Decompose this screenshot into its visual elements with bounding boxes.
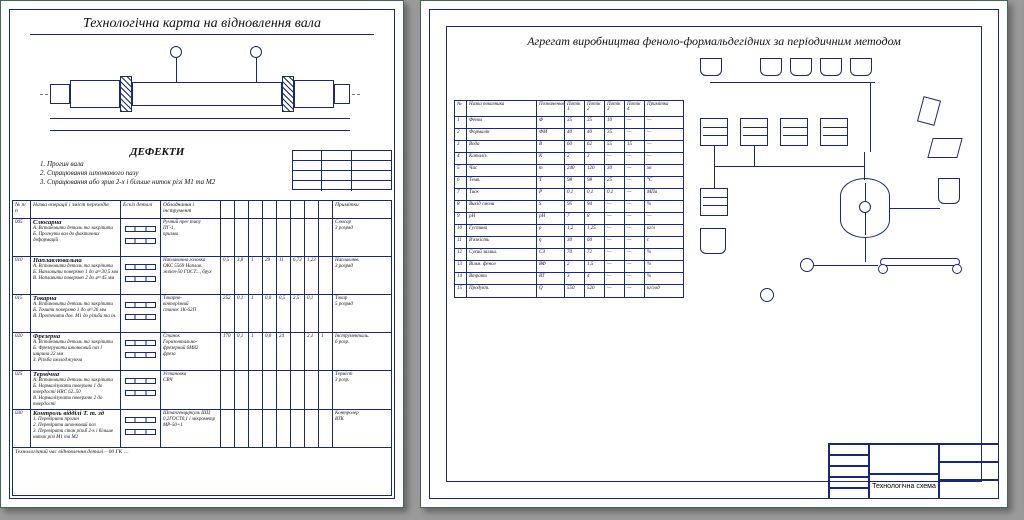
sheet-right-frame: Агрегат виробництва феноло-формальдегідн…: [429, 9, 999, 499]
pump-icon: [760, 288, 774, 302]
heat-exchanger-icon: [820, 118, 848, 146]
conveyor-icon: [880, 258, 960, 266]
gauge-icon: [170, 46, 182, 58]
cad-viewport: Технологічна карта на відновлення вала: [0, 0, 1024, 520]
pipe: [870, 82, 871, 152]
tank-icon: [820, 58, 842, 76]
shaft-bearing-2: [282, 76, 294, 112]
gauge-stem: [176, 58, 177, 82]
shaft-end-left: [50, 84, 70, 104]
gauge-icon: [250, 46, 262, 58]
left-title: Технологічна карта на відновлення вала: [10, 16, 394, 32]
receiver-tank-icon: [938, 178, 960, 204]
gauge-stem: [256, 58, 257, 82]
shaft-end-right: [334, 84, 350, 104]
shaft-seg-2: [294, 80, 334, 108]
tank-icon: [760, 58, 782, 76]
dim-line: [50, 118, 350, 119]
sheets-container: Технологічна карта на відновлення вала: [0, 0, 1024, 520]
shaft-seg-1: [70, 80, 120, 108]
filter-icon: [927, 138, 962, 158]
roller-icon: [878, 264, 888, 274]
parameter-table: №Назва показникаПозначенняПотік 1Потік 2…: [454, 100, 684, 298]
sheet-right[interactable]: Агрегат виробництва феноло-формальдегідн…: [420, 0, 1008, 508]
roller-icon: [952, 264, 962, 274]
heat-exchanger-icon: [740, 118, 768, 146]
tank-icon: [700, 58, 722, 76]
heat-exchanger-icon: [700, 188, 728, 216]
right-title: Агрегат виробництва феноло-формальдегідн…: [430, 34, 998, 49]
shaft-bearing-1: [120, 76, 132, 112]
title-underline: [30, 34, 374, 35]
dim-line: [50, 130, 350, 131]
title-block-name: Технологічна схема: [869, 474, 939, 499]
separator-icon: [917, 96, 941, 126]
pipe: [710, 82, 875, 83]
reactor-icon: [840, 178, 890, 238]
pump-icon: [800, 258, 814, 272]
tank-icon: [700, 228, 726, 254]
sheet-left[interactable]: Технологічна карта на відновлення вала: [0, 0, 404, 508]
heat-exchanger-icon: [700, 118, 728, 146]
operations-table: № п/пНазва операції і зміст переходівЕск…: [12, 200, 392, 496]
gost-title-block: Технологічна схема: [828, 443, 998, 498]
shaft-drawing: [50, 52, 350, 142]
tank-icon: [850, 58, 872, 76]
heat-exchanger-icon: [780, 118, 808, 146]
tank-icon: [790, 58, 812, 76]
shaft-main: [132, 82, 282, 106]
defects-heading: ДЕФЕКТИ: [130, 146, 184, 158]
process-schematic: [700, 58, 980, 318]
sheet-left-frame: Технологічна карта на відновлення вала: [9, 9, 395, 499]
defects-list: 1. Прогин вала2. Спрацювання шпонкового …: [40, 160, 215, 187]
